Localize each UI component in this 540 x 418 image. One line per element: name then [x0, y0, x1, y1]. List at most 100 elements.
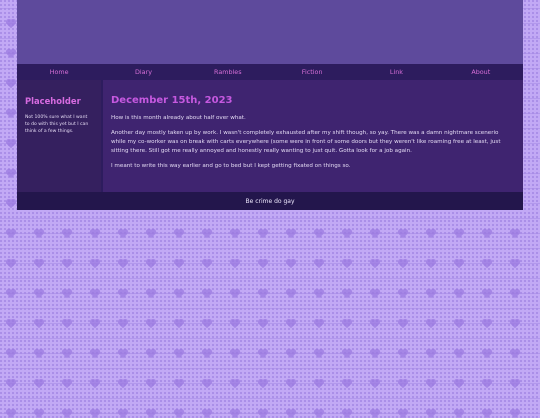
- heart-icon: [90, 349, 100, 359]
- entry-paragraph: Another day mostly taken up by work. I w…: [111, 129, 501, 154]
- heart-icon: [230, 289, 240, 299]
- heart-icon: [370, 349, 380, 359]
- heart-icon: [146, 259, 156, 269]
- heart-icon: [370, 229, 380, 239]
- heart-icon: [454, 379, 464, 389]
- heart-icon: [426, 289, 436, 299]
- heart-icon: [146, 229, 156, 239]
- heart-icon: [342, 379, 352, 389]
- heart-icon: [454, 289, 464, 299]
- heart-icon: [174, 409, 184, 418]
- heart-icon: [286, 349, 296, 359]
- heart-icon: [370, 319, 380, 329]
- heart-icon: [6, 229, 16, 239]
- heart-icon: [230, 259, 240, 269]
- heart-icon: [146, 379, 156, 389]
- heart-icon: [258, 409, 268, 418]
- heart-icon: [314, 409, 324, 418]
- heart-icon: [118, 379, 128, 389]
- heart-icon: [510, 289, 520, 299]
- heart-icon: [454, 349, 464, 359]
- heart-icon: [426, 319, 436, 329]
- heart-icon: [454, 409, 464, 418]
- nav-link-link[interactable]: Link: [356, 68, 436, 76]
- heart-icon: [62, 409, 72, 418]
- heart-icon: [398, 319, 408, 329]
- heart-icon: [482, 229, 492, 239]
- heart-icon: [202, 409, 212, 418]
- nav-link-about[interactable]: About: [441, 68, 521, 76]
- heart-icon: [6, 109, 16, 119]
- heart-icon: [6, 259, 16, 269]
- heart-icon: [342, 319, 352, 329]
- entry-paragraph: I meant to write this way earlier and go…: [111, 162, 351, 169]
- heart-icon: [202, 259, 212, 269]
- heart-icon: [314, 349, 324, 359]
- heart-icon: [258, 379, 268, 389]
- heart-icon: [258, 349, 268, 359]
- heart-icon: [90, 289, 100, 299]
- heart-icon: [118, 289, 128, 299]
- content-area: Placeholder Not 100% sure what I want to…: [17, 80, 523, 192]
- heart-icon: [454, 319, 464, 329]
- heart-icon: [34, 319, 44, 329]
- heart-icon: [6, 169, 16, 179]
- heart-icon: [510, 259, 520, 269]
- heart-icon: [286, 409, 296, 418]
- sidebar-title: Placeholder: [25, 96, 81, 106]
- nav-link-fiction[interactable]: Fiction: [272, 68, 352, 76]
- heart-icon: [314, 379, 324, 389]
- heart-icon: [398, 289, 408, 299]
- heart-icon: [118, 319, 128, 329]
- heart-icon: [314, 319, 324, 329]
- heart-icon: [34, 349, 44, 359]
- heart-icon: [482, 259, 492, 269]
- heart-icon: [342, 259, 352, 269]
- heart-icon: [426, 409, 436, 418]
- heart-icon: [426, 229, 436, 239]
- heart-icon: [286, 379, 296, 389]
- heart-icon: [202, 379, 212, 389]
- sidebar: Placeholder Not 100% sure what I want to…: [17, 80, 101, 192]
- heart-icon: [174, 289, 184, 299]
- heart-icon: [286, 319, 296, 329]
- heart-icon: [62, 379, 72, 389]
- heart-icon: [146, 409, 156, 418]
- heart-icon: [258, 319, 268, 329]
- nav-link-rambles[interactable]: Rambles: [188, 68, 268, 76]
- heart-icon: [370, 259, 380, 269]
- heart-icon: [6, 379, 16, 389]
- heart-icon: [174, 259, 184, 269]
- heart-icon: [510, 379, 520, 389]
- heart-icon: [202, 349, 212, 359]
- entry-date: December 15th, 2023: [111, 95, 233, 106]
- heart-icon: [6, 319, 16, 329]
- heart-icon: [174, 349, 184, 359]
- heart-icon: [202, 229, 212, 239]
- heart-icon: [6, 289, 16, 299]
- heart-icon: [398, 349, 408, 359]
- heart-icon: [398, 379, 408, 389]
- heart-icon: [6, 409, 16, 418]
- heart-icon: [62, 289, 72, 299]
- heart-icon: [34, 289, 44, 299]
- heart-icon: [90, 229, 100, 239]
- heart-icon: [258, 229, 268, 239]
- heart-icon: [342, 229, 352, 239]
- heart-icon: [314, 289, 324, 299]
- heart-icon: [118, 409, 128, 418]
- heart-icon: [174, 319, 184, 329]
- heart-icon: [482, 379, 492, 389]
- heart-icon: [174, 379, 184, 389]
- nav-link-home[interactable]: Home: [19, 68, 99, 76]
- heart-icon: [146, 349, 156, 359]
- heart-icon: [230, 229, 240, 239]
- heart-icon: [90, 259, 100, 269]
- heart-icon: [482, 349, 492, 359]
- heart-icon: [6, 79, 16, 89]
- heart-icon: [314, 259, 324, 269]
- heart-icon: [510, 229, 520, 239]
- nav-link-diary[interactable]: Diary: [103, 68, 183, 76]
- heart-icon: [426, 349, 436, 359]
- heart-icon: [342, 289, 352, 299]
